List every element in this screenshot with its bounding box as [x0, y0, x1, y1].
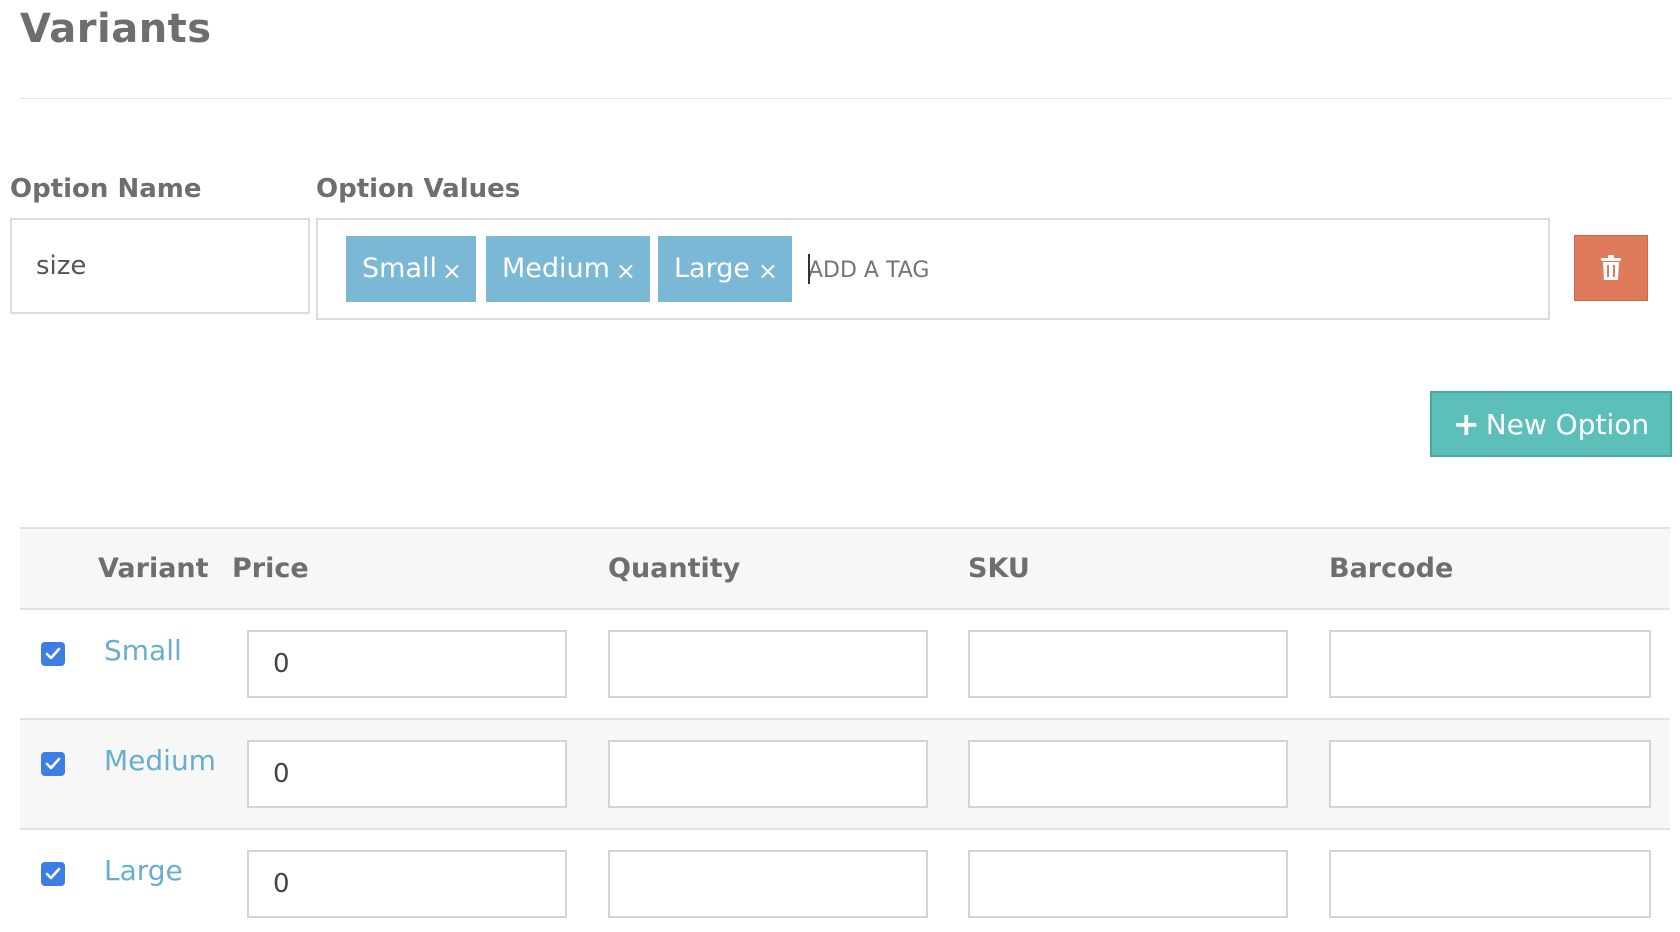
table-row: Large	[20, 830, 1670, 932]
price-input[interactable]	[247, 630, 567, 698]
tag-medium: Medium ×	[486, 236, 650, 302]
tag-remove-icon[interactable]: ×	[758, 238, 778, 304]
header-sku: SKU	[968, 553, 1030, 584]
sku-input[interactable]	[968, 630, 1288, 698]
trash-icon	[1601, 255, 1621, 280]
plus-icon: +	[1452, 405, 1480, 443]
new-option-label: New Option	[1485, 407, 1650, 441]
title-divider	[20, 98, 1670, 99]
barcode-input[interactable]	[1329, 740, 1651, 808]
barcode-input[interactable]	[1329, 850, 1651, 918]
check-icon	[45, 867, 61, 880]
variant-link[interactable]: Medium	[104, 744, 216, 777]
barcode-input[interactable]	[1329, 630, 1651, 698]
page-title: Variants	[20, 6, 212, 52]
variants-table: Variant Price Quantity SKU Barcode Small…	[20, 527, 1670, 932]
quantity-input[interactable]	[608, 630, 928, 698]
table-row: Small	[20, 610, 1670, 720]
variants-page: Variants Option Name Option Values Small…	[0, 0, 1680, 932]
option-values-label: Option Values	[316, 174, 521, 204]
delete-option-button[interactable]	[1574, 235, 1648, 301]
header-quantity: Quantity	[608, 553, 741, 584]
tag-remove-icon[interactable]: ×	[442, 238, 462, 304]
header-variant: Variant	[98, 553, 209, 584]
text-caret	[808, 254, 810, 284]
option-name-label: Option Name	[10, 174, 202, 204]
tag-remove-icon[interactable]: ×	[616, 238, 636, 304]
table-header: Variant Price Quantity SKU Barcode	[20, 529, 1670, 610]
variant-link[interactable]: Small	[104, 634, 182, 667]
variant-checkbox[interactable]	[41, 642, 65, 666]
tag-small: Small ×	[346, 236, 476, 302]
variant-checkbox[interactable]	[41, 752, 65, 776]
tag-large: Large ×	[658, 236, 792, 302]
option-values-tag-input[interactable]: Small × Medium × Large ×	[316, 218, 1550, 320]
new-option-button[interactable]: + New Option	[1430, 391, 1672, 457]
table-row: Medium	[20, 720, 1670, 830]
price-input[interactable]	[247, 740, 567, 808]
tag-label: Medium	[502, 253, 610, 284]
check-icon	[45, 647, 61, 660]
add-tag-input[interactable]	[808, 240, 1408, 300]
quantity-input[interactable]	[608, 740, 928, 808]
header-price: Price	[232, 553, 309, 584]
check-icon	[45, 757, 61, 770]
variant-link[interactable]: Large	[104, 854, 183, 887]
sku-input[interactable]	[968, 740, 1288, 808]
tag-label: Small	[362, 253, 437, 284]
option-name-input[interactable]	[10, 218, 310, 314]
tag-label: Large	[674, 253, 750, 284]
price-input[interactable]	[247, 850, 567, 918]
quantity-input[interactable]	[608, 850, 928, 918]
variant-checkbox[interactable]	[41, 862, 65, 886]
header-barcode: Barcode	[1329, 553, 1454, 584]
sku-input[interactable]	[968, 850, 1288, 918]
